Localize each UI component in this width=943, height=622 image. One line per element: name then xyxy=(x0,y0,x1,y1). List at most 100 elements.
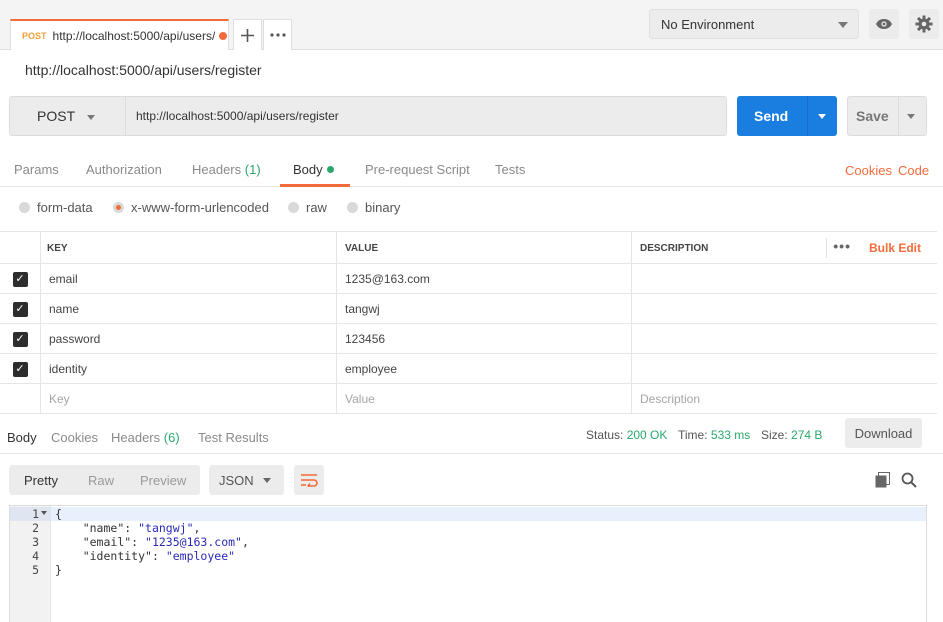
save-options-chevron-icon[interactable] xyxy=(907,114,915,119)
description-cell[interactable] xyxy=(632,354,937,384)
copy-icon[interactable] xyxy=(875,472,890,488)
request-tab-active[interactable]: POST http://localhost:5000/api/users/reg… xyxy=(10,19,229,50)
radio-urlencoded[interactable]: x-www-form-urlencoded xyxy=(113,200,269,215)
code-line: "email": "1235@163.com", xyxy=(55,535,249,549)
code-line-close-brace: } xyxy=(55,563,62,577)
radio-circle xyxy=(347,202,358,213)
json-separator: : xyxy=(131,535,146,549)
format-raw-button[interactable]: Raw xyxy=(88,473,114,488)
tab-authorization[interactable]: Authorization xyxy=(86,162,162,177)
header-check-cell xyxy=(0,232,41,264)
request-tab-bar: POST http://localhost:5000/api/users/reg… xyxy=(0,0,943,50)
value-cell[interactable]: tangwj xyxy=(337,294,632,324)
tab-method-label: POST xyxy=(22,30,47,41)
response-tab-test-results[interactable]: Test Results xyxy=(198,430,269,445)
environment-select[interactable]: No Environment xyxy=(649,9,859,39)
new-description-input[interactable]: Description xyxy=(632,384,937,414)
column-header-description-label: DESCRIPTION xyxy=(640,242,709,254)
tab-params[interactable]: Params xyxy=(14,162,59,177)
description-cell[interactable] xyxy=(632,324,937,354)
description-cell[interactable] xyxy=(632,264,937,294)
format-preview-button[interactable]: Preview xyxy=(140,473,186,488)
cookies-link[interactable]: Cookies xyxy=(845,163,892,178)
new-tab-button[interactable] xyxy=(233,19,262,50)
response-tab-body[interactable]: Body xyxy=(7,430,37,445)
url-input[interactable]: http://localhost:5000/api/users/register xyxy=(126,96,727,136)
key-cell[interactable]: identity xyxy=(41,354,337,384)
value-cell[interactable]: 123456 xyxy=(337,324,632,354)
manage-environments-button[interactable] xyxy=(909,9,939,39)
response-format-group: Pretty Raw Preview xyxy=(9,465,200,495)
tab-prerequest-script[interactable]: Pre-request Script xyxy=(365,162,470,177)
line-number: 1 xyxy=(32,507,39,521)
row-checkbox[interactable]: ✓ xyxy=(12,331,28,347)
column-header-key: KEY xyxy=(41,232,337,264)
tab-title: http://localhost:5000/api/users/register xyxy=(52,28,215,43)
description-cell[interactable] xyxy=(632,294,937,324)
plus-icon xyxy=(241,28,254,42)
json-string-value: "employee" xyxy=(165,549,236,563)
value-cell[interactable]: employee xyxy=(337,354,632,384)
new-key-input[interactable]: Key xyxy=(41,384,337,414)
body-active-dot-icon xyxy=(326,166,334,173)
send-label: Send xyxy=(754,108,789,124)
radio-form-data[interactable]: form-data xyxy=(19,200,93,215)
row-checkbox[interactable]: ✓ xyxy=(12,361,28,377)
wrap-lines-button[interactable] xyxy=(294,465,324,495)
format-pretty-button[interactable]: Pretty xyxy=(24,473,58,488)
fold-arrow-icon[interactable] xyxy=(41,511,47,515)
method-select[interactable]: POST xyxy=(9,96,126,136)
key-cell[interactable]: email xyxy=(41,264,337,294)
key-cell[interactable]: name xyxy=(41,294,337,324)
send-button[interactable]: Send xyxy=(737,96,837,136)
download-button[interactable]: Download xyxy=(845,418,922,448)
response-language-select[interactable]: JSON xyxy=(209,465,284,495)
code-link[interactable]: Code xyxy=(898,163,929,178)
response-tab-headers[interactable]: Headers (6) xyxy=(111,430,180,445)
tab-tests[interactable]: Tests xyxy=(495,162,525,177)
json-trailing-comma: , xyxy=(193,521,201,535)
response-body-editor[interactable]: 1 2 3 4 5 { "name": "tangwj", "email": "… xyxy=(9,505,927,622)
new-value-input[interactable]: Value xyxy=(337,384,632,414)
code-line: "name": "tangwj", xyxy=(55,521,201,535)
line-number: 5 xyxy=(32,563,39,577)
search-icon[interactable] xyxy=(901,472,917,488)
key-cell[interactable]: password xyxy=(41,324,337,354)
radio-binary[interactable]: binary xyxy=(347,200,400,215)
json-trailing-comma: , xyxy=(241,535,249,549)
tab-headers[interactable]: Headers (1) xyxy=(192,162,261,177)
table-options-icon[interactable]: ••• xyxy=(833,238,851,254)
bulk-edit-link[interactable]: Bulk Edit xyxy=(869,241,921,255)
row-checkbox[interactable]: ✓ xyxy=(12,271,28,287)
response-tab-cookies[interactable]: Cookies xyxy=(51,430,98,445)
active-tab-underline xyxy=(280,184,350,187)
radio-circle xyxy=(19,202,30,213)
unsaved-dot-icon xyxy=(218,31,227,40)
method-selected: POST xyxy=(37,108,76,124)
status-readout: Status: 200 OK xyxy=(586,428,667,442)
table-row-new: Key Value Description xyxy=(0,384,937,414)
json-key: "identity" xyxy=(82,549,152,563)
table-row: ✓ identity employee xyxy=(0,354,937,384)
tab-headers-count: (1) xyxy=(244,162,261,177)
value-cell[interactable]: 1235@163.com xyxy=(337,264,632,294)
request-name-title[interactable]: http://localhost:5000/api/users/register xyxy=(25,62,262,78)
column-header-value: VALUE xyxy=(337,232,632,264)
row-checkbox[interactable]: ✓ xyxy=(12,301,28,317)
request-tabs: Params Authorization Headers (1) Body Pr… xyxy=(0,148,943,187)
save-divider xyxy=(898,97,899,135)
save-button[interactable]: Save xyxy=(847,96,927,136)
radio-raw[interactable]: raw xyxy=(288,200,327,215)
tab-body-label: Body xyxy=(293,162,323,177)
environment-quick-look-button[interactable] xyxy=(869,9,899,39)
size-value: 274 B xyxy=(791,428,823,442)
tab-options-button[interactable] xyxy=(263,19,292,50)
row-checkbox-cell: ✓ xyxy=(0,324,41,354)
tab-body[interactable]: Body xyxy=(293,162,334,177)
response-headers-count: (6) xyxy=(163,430,180,445)
time-value: 533 ms xyxy=(710,428,751,442)
column-header-description: DESCRIPTION ••• Bulk Edit xyxy=(632,232,937,264)
save-label: Save xyxy=(856,108,889,124)
line-number-gutter: 1 2 3 4 5 xyxy=(10,506,51,622)
send-options-chevron-icon[interactable] xyxy=(818,114,826,119)
